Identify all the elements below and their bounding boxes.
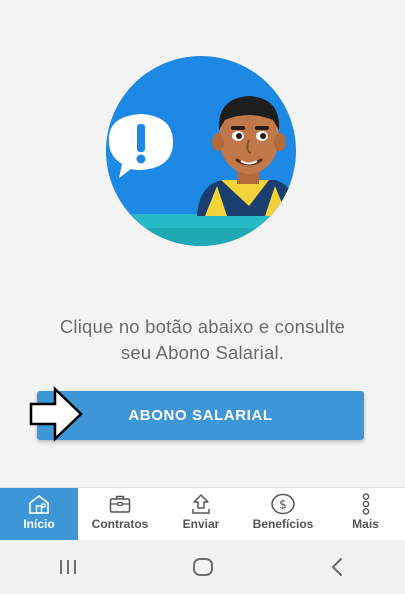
nav-item-mais[interactable]: Mais [326,488,405,540]
bottom-navigation: Início Contratos Enviar $ Benefícios Mai… [0,487,405,540]
abono-illustration [99,56,303,246]
nav-label-mais: Mais [352,517,379,531]
upload-icon [192,494,210,514]
nav-label-enviar: Enviar [182,517,220,531]
instruction-line-2: seu Abono Salarial. [120,342,285,363]
system-home-button[interactable] [183,547,223,587]
svg-text:$: $ [279,498,287,512]
nav-item-beneficios[interactable]: $ Benefícios [240,488,326,540]
screen: Clique no botão abaixo e consulte seu Ab… [0,0,405,594]
recent-apps-icon [59,560,76,574]
nav-item-inicio[interactable]: Início [0,488,78,540]
back-icon [331,557,342,577]
nav-item-contratos[interactable]: Contratos [78,488,162,540]
recent-apps-button[interactable] [48,547,88,587]
instruction-text: Clique no botão abaixo e consulte seu Ab… [20,314,385,366]
instruction-line-1: Clique no botão abaixo e consulte [59,316,346,337]
dollar-coin-icon: $ [271,493,295,515]
arrow-right-icon [29,386,83,442]
home-button-icon [192,558,213,576]
system-navigation-bar [0,540,405,594]
nav-item-enviar[interactable]: Enviar [162,488,240,540]
abono-salarial-button-label: ABONO SALARIAL [128,407,273,424]
abono-salarial-button[interactable]: ABONO SALARIAL [37,391,364,440]
home-icon [29,494,49,514]
nav-label-inicio: Início [23,517,55,531]
system-back-button[interactable] [318,547,358,587]
more-vertical-icon [362,493,369,515]
nav-label-beneficios: Benefícios [252,517,314,531]
nav-label-contratos: Contratos [91,517,149,531]
briefcase-icon [109,495,131,513]
